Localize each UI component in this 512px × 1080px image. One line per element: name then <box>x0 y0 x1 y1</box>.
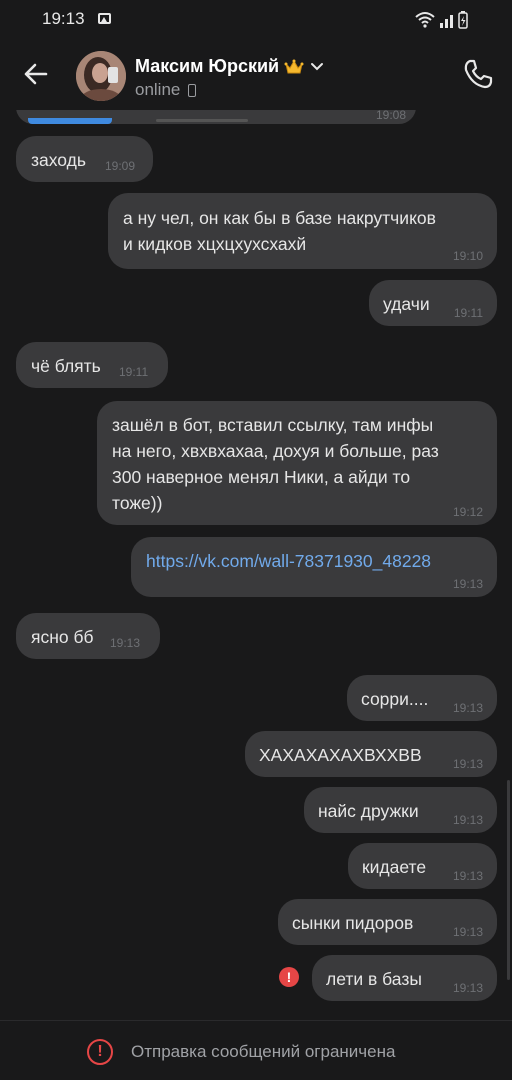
status-bar: 19:13 <box>0 0 512 40</box>
message-text: а ну чел, он как бы в базе накрутчиков <box>123 208 436 228</box>
message-outgoing[interactable]: зашёл в бот, вставил ссылку, там инфы на… <box>97 401 497 525</box>
message-outgoing[interactable]: сорри.... 19:13 <box>347 675 497 721</box>
message-list[interactable]: 19:08 заходь 19:09 а ну чел, он как бы в… <box>0 110 512 1020</box>
message-time: 19:13 <box>452 981 483 995</box>
message-text: заходь <box>31 150 86 170</box>
message-time: 19:13 <box>452 757 483 771</box>
message-text: и кидков хцхцхухсхахй <box>123 234 307 254</box>
message-text: кидаете <box>362 857 427 877</box>
message-outgoing[interactable]: https://vk.com/wall-78371930_48228 19:13 <box>131 537 497 597</box>
message-time: 19:10 <box>452 249 483 263</box>
message-outgoing[interactable]: кидаете 19:13 <box>348 843 497 889</box>
message-time: 19:13 <box>110 636 141 650</box>
battery-icon <box>458 11 468 29</box>
message-text: найс дружки <box>318 801 419 821</box>
message-time: 19:09 <box>105 159 136 173</box>
partial-message: 19:08 <box>16 110 416 124</box>
message-time: 19:13 <box>452 813 483 827</box>
message-outgoing-failed[interactable]: лети в базы 19:13 <box>312 955 497 1001</box>
wifi-icon <box>415 12 435 28</box>
chat-header: Максим Юрский online <box>0 40 512 110</box>
message-incoming[interactable]: чё блять 19:11 <box>16 342 168 388</box>
message-time: 19:13 <box>452 925 483 939</box>
scrollbar[interactable] <box>507 780 510 980</box>
partial-link-button <box>28 118 112 124</box>
phone-icon[interactable] <box>462 58 494 90</box>
crown-icon <box>284 59 304 73</box>
image-notification-icon <box>98 13 111 24</box>
contact-status: online <box>135 80 197 100</box>
message-text: на него, хвхвхахаа, дохуя и больше, раз <box>112 441 439 461</box>
message-outgoing[interactable]: ХАХАХАХАХВХХВВ 19:13 <box>245 731 497 777</box>
message-text: чё блять <box>31 356 101 376</box>
message-text: ХАХАХАХАХВХХВВ <box>259 745 422 765</box>
message-outgoing[interactable]: сынки пидоров 19:13 <box>278 899 497 945</box>
status-icons <box>415 11 468 29</box>
message-time: 19:11 <box>119 365 149 379</box>
message-time: 19:13 <box>452 869 483 883</box>
mobile-icon <box>188 83 197 97</box>
message-text: лети в базы <box>326 969 422 989</box>
chevron-down-icon[interactable] <box>310 62 324 72</box>
message-link[interactable]: https://vk.com/wall-78371930_48228 <box>146 548 431 574</box>
message-text: тоже)) <box>112 493 163 513</box>
contact-name: Максим Юрский <box>135 56 280 76</box>
message-text: удачи <box>383 294 430 314</box>
error-icon[interactable]: ! <box>279 967 299 987</box>
back-arrow-icon[interactable] <box>18 56 54 92</box>
message-text: ясно бб <box>31 627 94 647</box>
message-outgoing[interactable]: найс дружки 19:13 <box>304 787 497 833</box>
message-time: 19:13 <box>452 701 483 715</box>
message-text: сынки пидоров <box>292 913 414 933</box>
status-time: 19:13 <box>42 9 85 28</box>
avatar[interactable] <box>76 51 126 101</box>
message-incoming[interactable]: ясно бб 19:13 <box>16 613 160 659</box>
message-incoming[interactable]: заходь 19:09 <box>16 136 153 182</box>
restriction-notice: Отправка сообщений ограничена <box>131 1042 396 1061</box>
error-icon: ! <box>87 1039 113 1065</box>
message-text: зашёл в бот, вставил ссылку, там инфы <box>112 415 434 435</box>
signal-icon <box>440 15 453 28</box>
message-time: 19:12 <box>452 505 483 519</box>
restricted-footer: ! Отправка сообщений ограничена <box>0 1020 512 1080</box>
message-text: 300 наверное менял Ники, а айди то <box>112 467 411 487</box>
online-status: online <box>135 80 181 99</box>
message-outgoing[interactable]: а ну чел, он как бы в базе накрутчиков и… <box>108 193 497 269</box>
message-outgoing[interactable]: удачи 19:11 <box>369 280 497 326</box>
message-text: сорри.... <box>361 689 429 709</box>
contact-name-row[interactable]: Максим Юрский <box>135 56 324 77</box>
message-time: 19:13 <box>452 577 483 591</box>
message-time: 19:11 <box>453 306 483 320</box>
message-time: 19:08 <box>375 110 406 122</box>
